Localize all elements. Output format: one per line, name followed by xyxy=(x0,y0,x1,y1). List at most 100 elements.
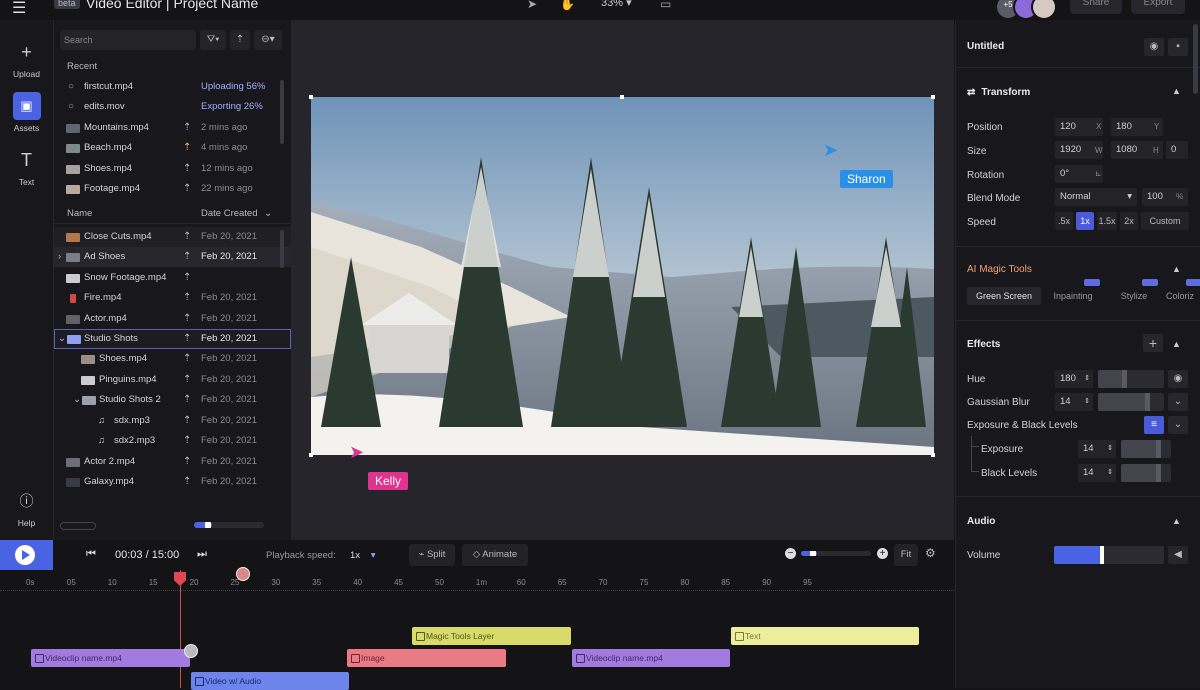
black-levels-field[interactable]: 14 ⇕ xyxy=(1078,464,1116,482)
collapse-icon[interactable]: ▲ xyxy=(1172,516,1181,526)
timeline-ruler[interactable]: 0s 05 10 15 20 25 30 35 40 45 50 1m 60 65 70 75 80 85 90 95 xyxy=(0,570,954,600)
table-row[interactable]: ♫ sdx2.mp3 ⇡ Feb 20, 2021 xyxy=(54,431,291,451)
skip-forward-icon[interactable]: ⏭ xyxy=(197,548,207,561)
size-extra-field[interactable]: 0 xyxy=(1166,141,1188,159)
speed-option[interactable]: 1.5x xyxy=(1097,212,1117,230)
table-row[interactable]: Galaxy.mp4 ⇡ Feb 20, 2021 xyxy=(54,472,291,492)
pin-icon[interactable]: ⇡ xyxy=(183,288,191,308)
timeline-clip[interactable]: Text xyxy=(731,627,919,645)
add-effect-icon[interactable]: + xyxy=(1143,334,1163,352)
list-item[interactable]: ○ edits.mov Exporting 26% xyxy=(54,97,291,117)
table-row[interactable]: Actor.mp4 ⇡ Feb 20, 2021 xyxy=(54,309,291,329)
exposure-slider[interactable] xyxy=(1121,440,1171,458)
black-levels-slider[interactable] xyxy=(1121,464,1171,482)
split-button[interactable]: ⌁ Split xyxy=(409,544,455,566)
table-row[interactable]: ♫ sdx.mp3 ⇡ Feb 20, 2021 xyxy=(54,411,291,431)
fit-button[interactable]: Fit xyxy=(894,544,918,566)
pin-icon[interactable]: ⇡ xyxy=(183,329,191,349)
properties-scrollbar[interactable] xyxy=(1193,24,1198,94)
chevron-down-icon[interactable]: ⌄ xyxy=(1168,416,1188,434)
pin-icon[interactable]: ⇡ xyxy=(183,227,191,247)
resize-handle[interactable] xyxy=(309,95,313,99)
list-item[interactable]: ○ firstcut.mp4 Uploading 56% xyxy=(54,77,291,97)
table-row[interactable]: › Ad Shoes ⇡ Feb 20, 2021 xyxy=(54,247,291,267)
timeline-clip[interactable]: Videoclip name.mp4 xyxy=(572,649,730,667)
timeline-clip[interactable]: Magic Tools Layer xyxy=(412,627,571,645)
table-row[interactable]: Snow Footage.mp4 ⇡ xyxy=(54,268,291,288)
tab-inpainting[interactable]: Inpainting xyxy=(1044,287,1102,305)
thumbnail-size-slider[interactable] xyxy=(194,522,264,528)
menu-icon[interactable]: ☰ xyxy=(12,0,26,18)
collapse-icon[interactable]: ▲ xyxy=(1172,264,1181,274)
pin-icon[interactable]: ⇡ xyxy=(183,309,191,329)
list-item[interactable]: Beach.mp4 ⇡ 4 mins ago xyxy=(54,138,291,158)
pin-icon[interactable]: ⇡ xyxy=(183,268,191,288)
list-item[interactable]: Mountains.mp4 ⇡ 2 mins ago xyxy=(54,118,291,138)
list-item[interactable]: Shoes.mp4 ⇡ 12 mins ago xyxy=(54,159,291,179)
list-icon[interactable]: ≡ xyxy=(1144,416,1164,434)
settings-icon[interactable]: ⚙ xyxy=(925,546,936,560)
pin-icon[interactable]: ⇡ xyxy=(183,159,191,179)
hand-tool-icon[interactable]: ✋ xyxy=(560,0,575,11)
hue-slider[interactable] xyxy=(1098,370,1164,388)
resize-handle[interactable] xyxy=(931,453,935,457)
timeline-zoom-slider[interactable] xyxy=(801,551,871,556)
collapse-icon[interactable]: ▲ xyxy=(1172,86,1181,96)
table-row[interactable]: Shoes.mp4 ⇡ Feb 20, 2021 xyxy=(54,349,291,369)
table-row[interactable]: ⌄ Studio Shots 2 ⇡ Feb 20, 2021 xyxy=(54,390,291,410)
video-preview[interactable] xyxy=(311,97,934,455)
speed-option[interactable]: .5x xyxy=(1055,212,1073,230)
rail-upload[interactable]: + Upload xyxy=(0,38,53,79)
collapse-icon[interactable]: ▲ xyxy=(1172,339,1181,349)
speed-custom[interactable]: Custom xyxy=(1141,212,1189,230)
pin-icon[interactable]: ⇡ xyxy=(183,138,191,158)
speed-option-selected[interactable]: 1x xyxy=(1076,212,1094,230)
chevron-down-icon[interactable]: ⌄ xyxy=(73,390,81,410)
pin-icon[interactable]: ⇡ xyxy=(183,247,191,267)
resize-handle[interactable] xyxy=(931,95,935,99)
timeline-clip[interactable]: Video w/ Audio xyxy=(191,672,349,690)
play-button[interactable] xyxy=(0,540,53,570)
blur-slider[interactable] xyxy=(1098,393,1164,411)
pin-icon[interactable]: ⇡ xyxy=(183,472,191,492)
speaker-icon[interactable]: ◀ xyxy=(1168,546,1188,564)
pin-icon[interactable]: ⇡ xyxy=(183,370,191,390)
resize-handle[interactable] xyxy=(620,95,624,99)
zoom-dropdown[interactable]: 33% ▾ xyxy=(601,0,632,9)
pin-icon[interactable]: ⇡ xyxy=(183,179,191,199)
share-button[interactable]: Share xyxy=(1070,0,1122,14)
pin-icon[interactable]: ⇡ xyxy=(183,431,191,451)
search-input[interactable]: Search xyxy=(60,30,196,50)
blend-mode-select[interactable]: Normal ▾ xyxy=(1055,188,1137,206)
chevron-down-icon[interactable]: ⌄ xyxy=(1168,393,1188,411)
pin-icon[interactable]: ⇡ xyxy=(183,411,191,431)
tab-green-screen[interactable]: Green Screen xyxy=(967,287,1041,305)
eye-icon[interactable]: ◉ xyxy=(1168,370,1188,388)
exposure-field[interactable]: 14 ⇕ xyxy=(1078,440,1116,458)
pin-icon[interactable]: ⇡ xyxy=(183,118,191,138)
column-date[interactable]: Date Created ⌄ xyxy=(201,208,272,219)
chevron-right-icon[interactable]: › xyxy=(58,247,61,267)
table-row[interactable]: Pinguins.mp4 ⇡ Feb 20, 2021 xyxy=(54,370,291,390)
resize-handle[interactable] xyxy=(309,453,313,457)
column-name[interactable]: Name xyxy=(67,208,92,219)
table-row[interactable]: Fire.mp4 ⇡ Feb 20, 2021 xyxy=(54,288,291,308)
timeline-clip[interactable]: Image xyxy=(347,649,506,667)
tab-colorize[interactable]: Coloriz xyxy=(1166,287,1200,305)
animate-button[interactable]: ◇ Animate xyxy=(462,544,528,566)
playback-speed-select[interactable]: 1x ▾ xyxy=(350,550,375,561)
table-row[interactable]: ⌄ Studio Shots ⇡ Feb 20, 2021 xyxy=(54,329,291,349)
blur-field[interactable]: 14 ⇕ xyxy=(1055,393,1093,411)
eye-icon[interactable]: ◉ xyxy=(1144,38,1164,56)
chevron-down-icon[interactable]: ⌄ xyxy=(58,329,66,349)
collaborators[interactable]: +5 xyxy=(995,0,1059,20)
lock-icon[interactable]: ▪ xyxy=(1168,38,1188,56)
tab-stylize[interactable]: Stylize xyxy=(1106,287,1162,305)
pin-icon[interactable]: ⇡ xyxy=(183,390,191,410)
zoom-in-icon[interactable]: + xyxy=(877,548,888,559)
rail-help[interactable]: ⓘ Help xyxy=(0,487,53,528)
export-button[interactable]: Export xyxy=(1131,0,1185,14)
zoom-out-icon[interactable]: − xyxy=(785,548,796,559)
playhead-line[interactable] xyxy=(180,570,181,688)
volume-slider[interactable] xyxy=(1054,546,1164,564)
